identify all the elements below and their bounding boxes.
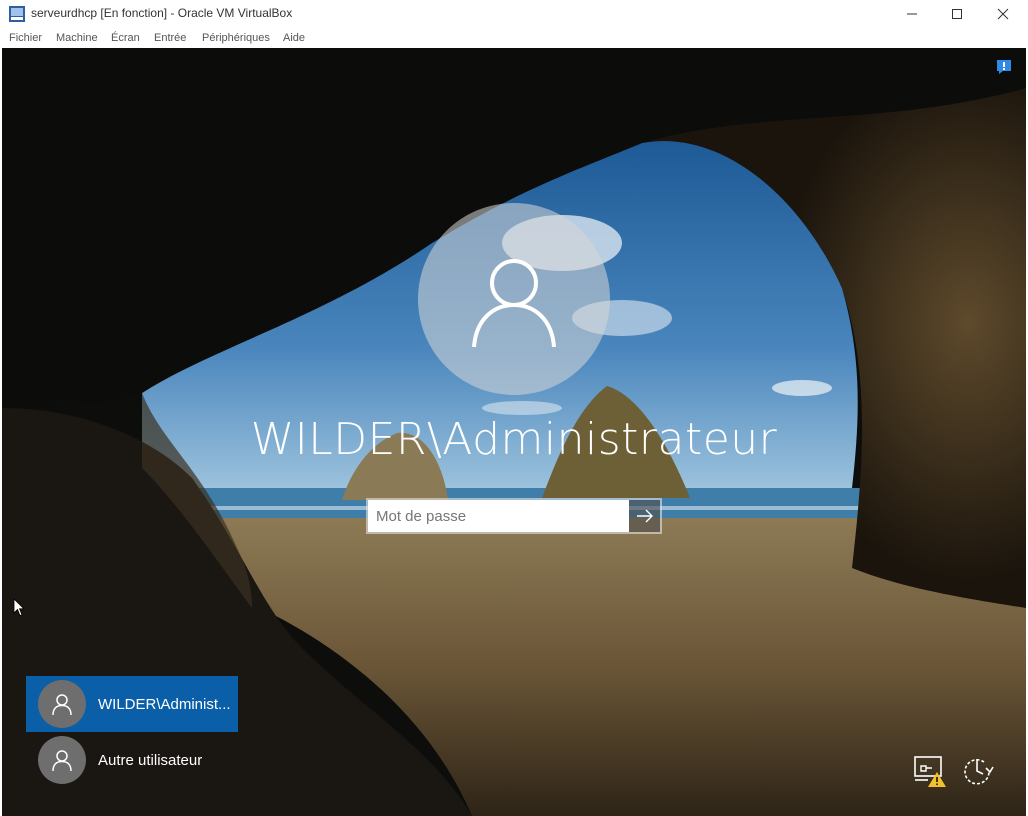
menu-machine[interactable]: Machine — [56, 32, 98, 44]
user-avatar-small — [38, 680, 86, 728]
minimize-button[interactable] — [889, 0, 935, 28]
close-icon — [997, 8, 1009, 20]
notification-icon[interactable] — [994, 57, 1014, 77]
arrow-right-icon — [636, 509, 653, 523]
menu-entree[interactable]: Entrée — [154, 32, 186, 44]
user-avatar-small — [38, 736, 86, 784]
user-tile-autre[interactable]: Autre utilisateur — [26, 732, 238, 788]
network-button[interactable] — [912, 754, 948, 788]
vm-display[interactable]: WILDER\Administrateur WILDER\Administ...… — [2, 48, 1026, 816]
menu-fichier[interactable]: Fichier — [9, 32, 42, 44]
mouse-cursor-icon — [13, 598, 25, 617]
window-title: serveurdhcp [En fonction] - Oracle VM Vi… — [31, 6, 293, 20]
maximize-button[interactable] — [934, 0, 980, 28]
user-tile-label: WILDER\Administ... — [98, 695, 231, 713]
user-silhouette-icon — [52, 694, 72, 716]
close-button[interactable] — [980, 0, 1026, 28]
virtualbox-vm-icon — [9, 6, 25, 22]
maximize-icon — [952, 9, 962, 19]
user-silhouette-icon — [52, 750, 72, 772]
power-button[interactable] — [960, 754, 994, 788]
login-username: WILDER\Administrateur — [250, 414, 778, 465]
password-input[interactable] — [368, 500, 629, 532]
menu-bar: Fichier Machine Écran Entrée Périphériqu… — [0, 28, 1028, 48]
minimize-icon — [907, 13, 917, 15]
window-titlebar[interactable]: serveurdhcp [En fonction] - Oracle VM Vi… — [0, 0, 1028, 28]
user-avatar-large — [418, 203, 610, 395]
user-tile-label: Autre utilisateur — [98, 751, 203, 769]
menu-aide[interactable]: Aide — [283, 32, 305, 44]
user-tile-administrateur[interactable]: WILDER\Administ... — [26, 676, 238, 732]
menu-peripheriques[interactable]: Périphériques — [202, 32, 270, 44]
password-box — [366, 498, 662, 534]
user-silhouette-icon — [472, 259, 556, 348]
submit-button[interactable] — [629, 500, 660, 532]
power-icon — [964, 758, 994, 785]
menu-ecran[interactable]: Écran — [111, 32, 140, 44]
network-warning-icon — [914, 756, 946, 787]
